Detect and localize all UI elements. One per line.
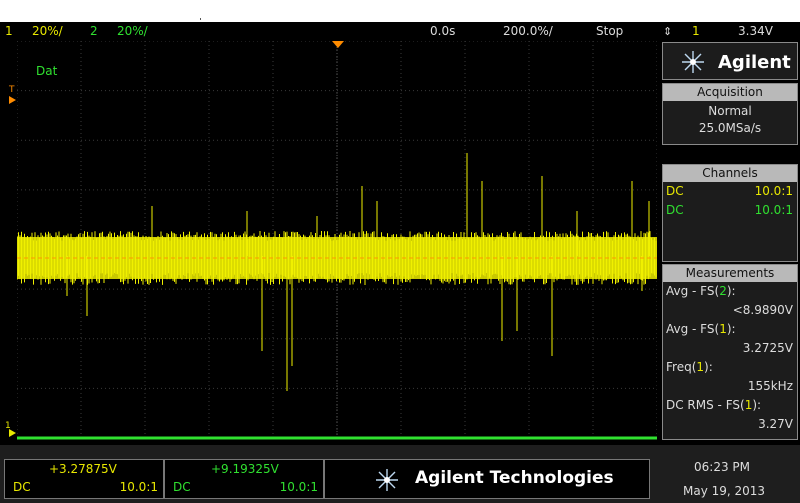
measurement-label: DC RMS - FS(1): [666,398,762,412]
measurement-value: 3.2725V [742,341,793,355]
trigger-time-marker[interactable] [332,41,344,49]
ch2-coupling: DC [173,480,191,494]
brand-banner: Agilent Technologies [324,459,650,499]
measurement-channel: 2 [719,284,727,298]
status-bar: 1 20%/ 2 20%/ 0.0s 200.0%/ Stop ⇕ 1 3.34… [0,22,800,41]
run-state[interactable]: Stop [596,24,623,38]
ch1-readout[interactable]: +3.27875V DC 10.0:1 [4,459,164,499]
acquisition-box[interactable]: Acquisition Normal 25.0MSa/s [662,83,798,145]
waveform-display[interactable]: Dat T 1 [0,41,660,445]
acquisition-header: Acquisition [663,84,797,101]
measurements-box[interactable]: Measurements Avg - FS(2): <8.9890V Avg - F… [662,264,798,440]
measurement-channel: 1 [696,360,705,374]
measurement-value: <8.9890V [732,303,793,317]
ch2-value: +9.19325V [211,462,279,476]
ch1-probe: 10.0:1 [119,480,158,494]
trigger-slope-icon: ⇕ [663,25,673,38]
channel-probe: 10.0:1 [754,203,793,217]
channel-row: DC 10.0:1 [663,201,797,220]
trigger-level[interactable]: 3.34V [738,24,773,38]
time-scale[interactable]: 200.0%/ [503,24,553,38]
agilent-spark-icon [682,51,704,73]
channel-probe: 10.0:1 [754,184,793,198]
ch2-scale[interactable]: 20%/ [117,24,148,38]
ch1-coupling: DC [13,480,31,494]
ch2-readout[interactable]: +9.19325V DC 10.0:1 [164,459,324,499]
clock-time: 06:23 PM [694,460,750,474]
measurement-label: Freq(1): [666,360,713,374]
trigger-level-marker[interactable]: T [9,85,17,105]
ch1-ground-marker[interactable]: 1 [4,421,16,439]
side-panel: Agilent Acquisition Normal 25.0MSa/s Cha… [660,41,800,445]
bottom-bar: +3.27875V DC 10.0:1 +9.19325V DC 10.0:1 … [0,445,800,503]
ch2-probe: 10.0:1 [279,480,318,494]
ch1-value: +3.27875V [49,462,117,476]
measurement-channel: 1 [719,322,727,336]
trigger-source[interactable]: 1 [692,24,700,38]
measurement-value: 155kHz [747,379,793,393]
ch1-scale[interactable]: 20%/ [32,24,63,38]
ch1-number[interactable]: 1 [5,24,13,38]
sample-rate: 25.0MSa/s [698,121,762,135]
channels-box[interactable]: Channels DC 10.0:1 DC 10.0:1 [662,164,798,262]
measurements-header: Measurements [663,265,797,282]
top-dot [200,18,201,20]
measurement-value: 3.27V [758,417,793,431]
brand-name: Agilent Technologies [415,468,614,488]
graticule [17,41,657,440]
agilent-spark-icon [376,469,398,491]
channel-row: DC 10.0:1 [663,182,797,201]
panel-brand: Agilent [718,52,791,73]
ch2-number[interactable]: 2 [90,24,98,38]
measurement-label: Avg - FS(1): [666,322,736,336]
clock-date: May 19, 2013 [683,484,766,498]
screen-label: Dat [36,64,58,78]
channels-header: Channels [663,165,797,182]
brand-box: Agilent [662,42,798,80]
channel-coupling: DC [666,203,684,217]
acquisition-mode: Normal [708,104,752,118]
channel-coupling: DC [666,184,684,198]
measurement-label: Avg - FS(2): [666,284,736,298]
time-offset[interactable]: 0.0s [430,24,455,38]
